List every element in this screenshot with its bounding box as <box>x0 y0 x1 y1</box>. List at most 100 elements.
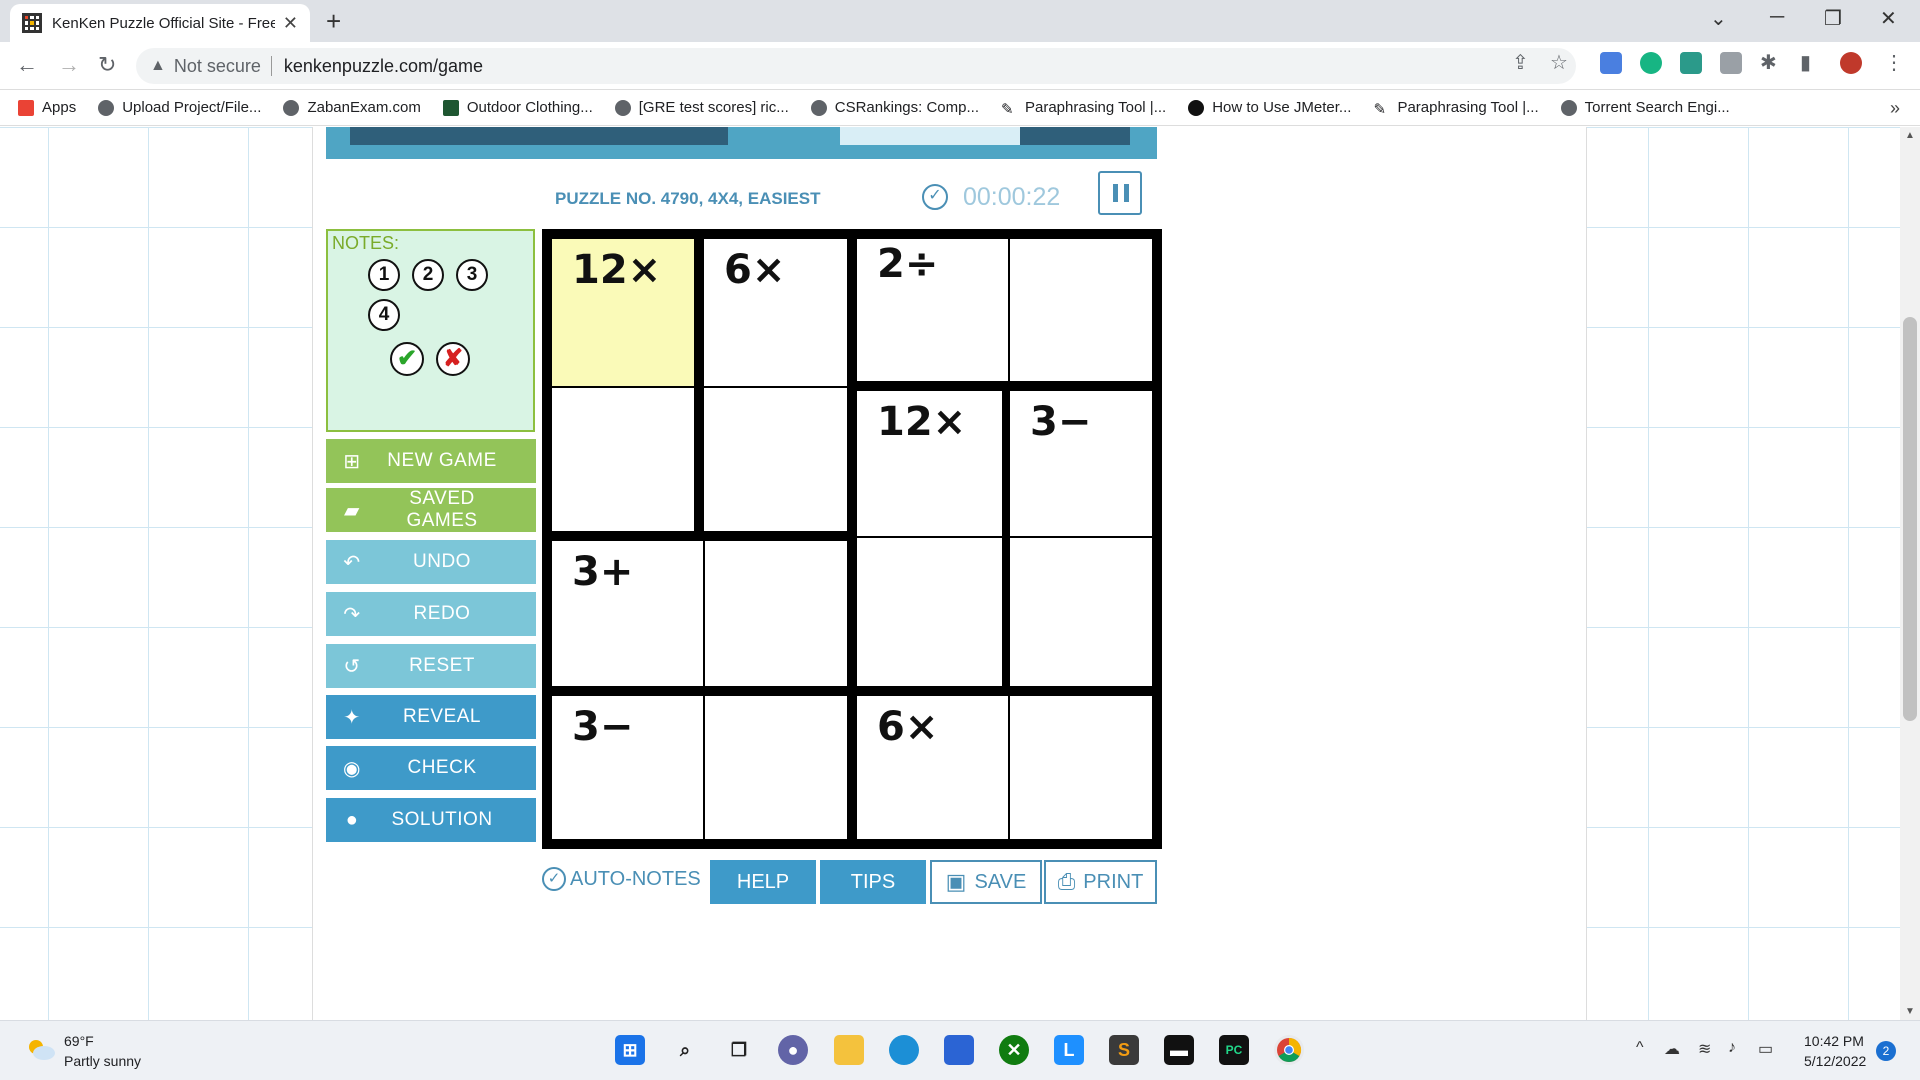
grid-cell[interactable]: 6× <box>857 696 1008 839</box>
new-tab-button[interactable]: + <box>326 6 341 37</box>
save-button[interactable]: ▣ SAVE <box>930 860 1042 904</box>
scroll-thumb[interactable] <box>1903 317 1917 721</box>
restore-icon[interactable]: ❐ <box>1824 6 1842 31</box>
undo-button[interactable]: ↶ UNDO <box>326 540 536 584</box>
grammarly-extension-icon[interactable] <box>1640 52 1662 74</box>
tab-close-icon[interactable]: ✕ <box>283 13 298 34</box>
wifi-icon[interactable]: ≋ <box>1698 1039 1711 1059</box>
scroll-up-arrow-icon[interactable]: ▲ <box>1905 130 1915 141</box>
browser-menu-icon[interactable]: ⋮ <box>1884 50 1904 75</box>
page-scrollbar[interactable]: ▲ ▼ <box>1900 127 1920 1020</box>
checkmark-icon[interactable]: ✔ <box>390 342 424 376</box>
grid-cell[interactable]: 6× <box>704 239 847 386</box>
clock-time[interactable]: 10:42 PM <box>1804 1033 1864 1049</box>
omnibox[interactable]: ▲ Not secure kenkenpuzzle.com/game <box>136 48 1576 84</box>
solution-button[interactable]: ● SOLUTION <box>326 798 536 842</box>
grid-cell[interactable] <box>705 696 847 839</box>
check-button[interactable]: ◉ CHECK <box>326 746 536 790</box>
help-button[interactable]: HELP <box>710 860 816 904</box>
share-icon[interactable]: ⇪ <box>1512 50 1529 75</box>
bookmark-item[interactable]: [GRE test scores] ric... <box>614 99 789 116</box>
bookmarks-overflow-icon[interactable]: » <box>1890 98 1900 119</box>
reload-icon[interactable]: ↻ <box>98 52 116 78</box>
terminal-icon[interactable]: ▬ <box>1164 1035 1194 1065</box>
bookmark-item[interactable]: ✎ Paraphrasing Tool |... <box>1001 99 1166 118</box>
reveal-button[interactable]: ✦ REVEAL <box>326 695 536 739</box>
chat-icon[interactable]: ● <box>778 1035 808 1065</box>
banner-input[interactable] <box>840 127 1020 145</box>
search-icon[interactable]: ⌕ <box>670 1035 700 1065</box>
weather-temperature[interactable]: 69°F <box>64 1033 94 1049</box>
profile-avatar[interactable] <box>1840 52 1862 74</box>
windows-start-icon[interactable]: ⊞ <box>615 1035 645 1065</box>
browser-tab[interactable]: KenKen Puzzle Official Site - Free ✕ <box>10 4 310 42</box>
tips-button[interactable]: TIPS <box>820 860 926 904</box>
grid-cell[interactable] <box>1010 538 1152 686</box>
translate-extension-icon[interactable] <box>1600 52 1622 74</box>
battery-icon[interactable]: ▭ <box>1758 1039 1773 1059</box>
grid-cell[interactable]: 3+ <box>552 541 703 686</box>
grid-cell[interactable]: 12× <box>552 239 694 386</box>
grid-cell[interactable] <box>704 388 847 531</box>
note-number-1[interactable]: 1 <box>368 259 400 291</box>
clock-date[interactable]: 5/12/2022 <box>1804 1053 1866 1069</box>
banner-go-button[interactable] <box>1020 127 1130 145</box>
partly-sunny-icon[interactable] <box>26 1037 56 1061</box>
grid-cell[interactable]: 2÷ <box>857 239 1008 381</box>
extension-icon[interactable] <box>1680 52 1702 74</box>
camera-extension-icon[interactable] <box>1720 52 1742 74</box>
redo-button[interactable]: ↷ REDO <box>326 592 536 636</box>
note-number-3[interactable]: 3 <box>456 259 488 291</box>
sublime-text-icon[interactable]: S <box>1109 1035 1139 1065</box>
grid-cell[interactable] <box>705 541 847 686</box>
bookmark-item[interactable]: CSRankings: Comp... <box>810 99 979 116</box>
note-number-4[interactable]: 4 <box>368 299 400 331</box>
puzzle-extensions-icon[interactable]: ✱ <box>1760 50 1777 75</box>
bookmark-star-icon[interactable]: ☆ <box>1550 50 1568 75</box>
grid-cell[interactable] <box>552 388 694 531</box>
tray-chevron-up-icon[interactable]: ^ <box>1636 1039 1644 1057</box>
saved-games-button[interactable]: ▰ SAVED GAMES <box>326 488 536 532</box>
weather-description[interactable]: Partly sunny <box>64 1053 141 1069</box>
create-custom-puzzle-button[interactable] <box>350 127 728 145</box>
minimize-icon[interactable]: ─ <box>1770 6 1784 29</box>
scroll-down-arrow-icon[interactable]: ▼ <box>1905 1006 1915 1017</box>
url-text[interactable]: kenkenpuzzle.com/game <box>284 56 483 77</box>
bookmark-item[interactable]: How to Use JMeter... <box>1188 99 1351 116</box>
file-explorer-icon[interactable] <box>834 1035 864 1065</box>
bookmark-item[interactable]: Outdoor Clothing... <box>442 99 593 116</box>
task-view-icon[interactable]: ❐ <box>724 1035 754 1065</box>
bookmark-item[interactable]: ✎ Paraphrasing Tool |... <box>1373 99 1538 118</box>
grid-cell[interactable] <box>857 538 1002 686</box>
note-number-2[interactable]: 2 <box>412 259 444 291</box>
new-game-button[interactable]: ⊞ NEW GAME <box>326 439 536 483</box>
grid-cell[interactable] <box>1010 696 1152 839</box>
bookmark-apps[interactable]: Apps <box>18 99 76 116</box>
cross-icon[interactable]: ✘ <box>436 342 470 376</box>
reset-button[interactable]: ↺ RESET <box>326 644 536 688</box>
l-app-icon[interactable]: L <box>1054 1035 1084 1065</box>
volume-icon[interactable]: ♪ <box>1728 1039 1736 1057</box>
onedrive-cloud-icon[interactable]: ☁ <box>1664 1039 1680 1059</box>
chrome-icon[interactable] <box>1274 1035 1304 1065</box>
microsoft-store-icon[interactable] <box>944 1035 974 1065</box>
back-arrow-icon[interactable]: ← <box>16 52 38 78</box>
auto-notes-toggle[interactable]: ✓ AUTO-NOTES <box>542 867 701 891</box>
edge-browser-icon[interactable] <box>889 1035 919 1065</box>
grid-cell[interactable]: 3− <box>552 696 703 839</box>
bookmark-item[interactable]: Upload Project/File... <box>98 99 261 116</box>
xbox-icon[interactable]: ✕ <box>999 1035 1029 1065</box>
tab-search-chevron-icon[interactable]: ⌄ <box>1710 6 1727 31</box>
notification-badge[interactable]: 2 <box>1876 1041 1896 1061</box>
bookmark-item[interactable]: Torrent Search Engi... <box>1560 99 1730 116</box>
print-button[interactable]: ⎙ PRINT <box>1044 860 1157 904</box>
grid-cell[interactable]: 3− <box>1010 391 1152 536</box>
grid-cell[interactable]: 12× <box>857 391 1002 536</box>
forward-arrow-icon[interactable]: → <box>58 52 80 78</box>
pycharm-icon[interactable]: PC <box>1219 1035 1249 1065</box>
window-close-icon[interactable]: ✕ <box>1880 6 1897 31</box>
grid-cell[interactable] <box>1010 239 1152 381</box>
side-panel-icon[interactable]: ▮ <box>1800 50 1811 75</box>
pause-button[interactable] <box>1098 171 1142 215</box>
bookmark-item[interactable]: ZabanExam.com <box>283 99 421 116</box>
